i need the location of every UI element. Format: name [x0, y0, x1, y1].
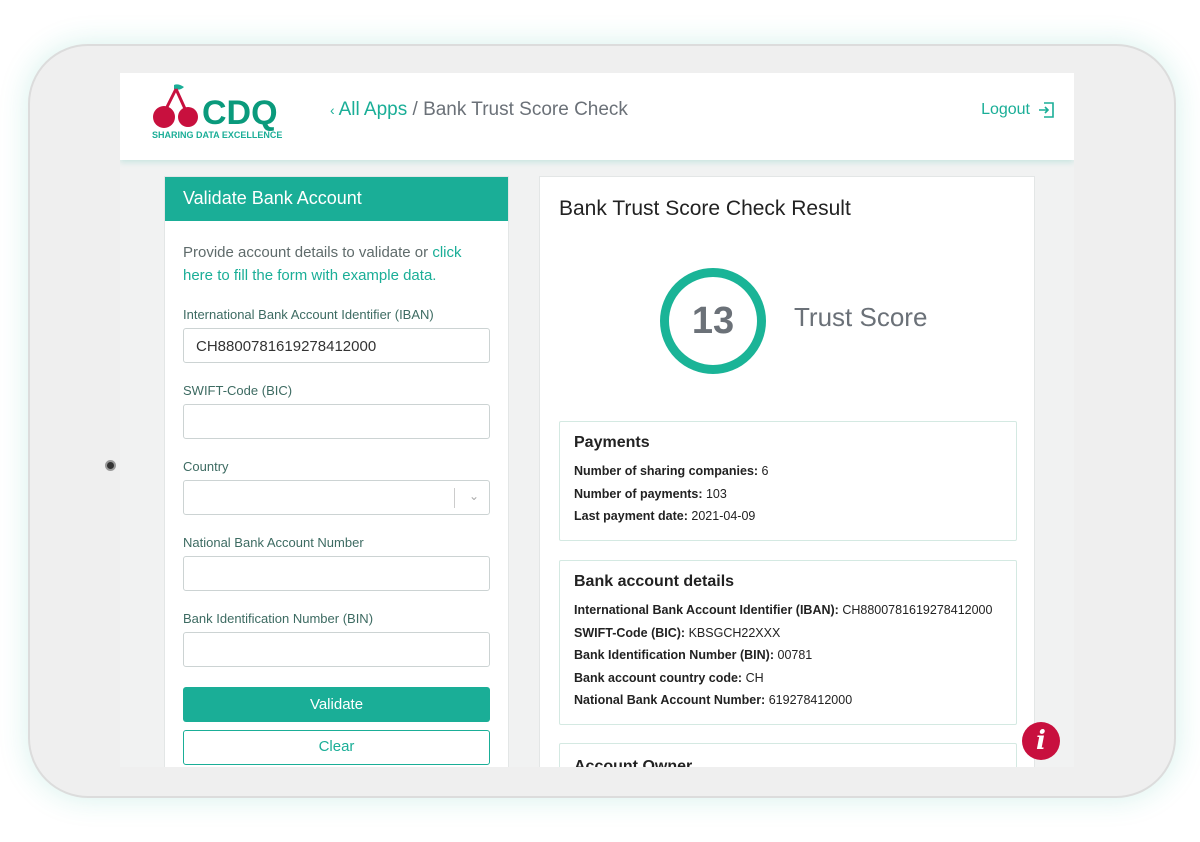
divider: [454, 488, 455, 508]
bin-label: Bank Identification Number (BIN): [183, 611, 374, 626]
iban-label: International Bank Account Identifier (I…: [183, 307, 434, 322]
back-link[interactable]: ‹ All Apps: [330, 99, 407, 120]
card-title: Bank account details: [574, 573, 735, 590]
nban-label: National Bank Account Number: [183, 535, 364, 550]
form-intro: Provide account details to validate or c…: [183, 244, 462, 284]
validate-form-panel: Validate Bank Account Provide account de…: [164, 176, 509, 767]
app-screen: CDQ SHARING DATA EXCELLENCE ‹ All Apps /…: [120, 73, 1074, 767]
iban-input[interactable]: CH8800781619278412000: [183, 328, 490, 363]
nban-input[interactable]: [183, 556, 490, 591]
country-select[interactable]: ⌄: [183, 480, 490, 515]
payments-card: Payments Number of sharing companies: 6 …: [559, 421, 1017, 541]
info-row: SWIFT-Code (BIC): KBSGCH22XXX: [574, 625, 781, 640]
form-title: Validate Bank Account: [165, 177, 508, 221]
logout-button[interactable]: Logout: [981, 101, 1054, 119]
info-row: Bank account country code: CH: [574, 670, 764, 685]
info-row: Number of sharing companies: 6: [574, 464, 769, 478]
card-title: Account Owner: [574, 758, 693, 767]
logout-icon: [1039, 102, 1054, 118]
header: CDQ SHARING DATA EXCELLENCE ‹ All Apps /…: [120, 73, 1074, 160]
info-row: Bank Identification Number (BIN): 00781: [574, 648, 813, 662]
page-title: Bank Trust Score Check: [423, 99, 628, 120]
info-row: Last payment date: 2021-04-09: [574, 509, 756, 523]
info-row: International Bank Account Identifier (I…: [574, 603, 993, 617]
bic-label: SWIFT-Code (BIC): [183, 383, 293, 398]
account-owner-card: Account Owner: [559, 743, 1017, 767]
info-row: Number of payments: 103: [574, 486, 727, 501]
breadcrumb: ‹ All Apps / Bank Trust Score Check: [330, 99, 628, 120]
camera: [105, 460, 116, 471]
clear-button[interactable]: Clear: [183, 730, 490, 765]
trust-score-ring: 13: [660, 268, 766, 374]
chevron-left-icon: ‹: [330, 102, 339, 118]
card-title: Payments: [574, 434, 650, 451]
country-label: Country: [183, 459, 229, 474]
info-row: National Bank Account Number: 6192784120…: [574, 693, 853, 707]
info-icon[interactable]: i: [1022, 722, 1060, 760]
svg-text:SHARING DATA EXCELLENCE: SHARING DATA EXCELLENCE: [152, 130, 282, 140]
bic-input[interactable]: [183, 404, 490, 439]
chevron-down-icon: ⌄: [468, 489, 479, 503]
validate-button[interactable]: Validate: [183, 687, 490, 722]
svg-text:CDQ: CDQ: [202, 94, 278, 132]
trust-score-label: Trust Score: [794, 302, 928, 332]
bin-input[interactable]: [183, 632, 490, 667]
result-title: Bank Trust Score Check Result: [559, 197, 851, 220]
cdq-logo: CDQ SHARING DATA EXCELLENCE: [152, 81, 292, 148]
result-panel: Bank Trust Score Check Result 13 Trust S…: [539, 176, 1035, 767]
bank-details-card: Bank account details International Bank …: [559, 560, 1017, 725]
